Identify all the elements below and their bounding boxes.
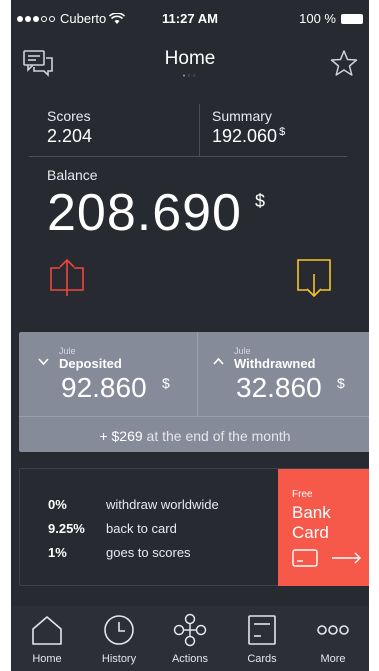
offer-card: 0% withdraw worldwide 9.25% back to card…	[19, 468, 369, 586]
tab-more[interactable]: More	[297, 606, 369, 671]
tab-history[interactable]: History	[83, 606, 155, 671]
deposited-currency: $	[162, 375, 170, 391]
tab-label: Home	[32, 653, 62, 665]
tab-actions[interactable]: Actions	[154, 606, 226, 671]
summary-block: Summary 192.060 $	[212, 108, 285, 147]
card-arrow-icon	[292, 549, 361, 567]
stats-divider	[199, 104, 200, 156]
deposited-month: Jule	[59, 346, 76, 356]
bank-card-button[interactable]: Free Bank Card	[278, 469, 369, 586]
card-icon	[248, 615, 276, 645]
balance-currency: $	[255, 191, 266, 211]
deposited-label: Deposited	[59, 356, 122, 371]
clock-icon	[104, 615, 134, 645]
section-divider	[29, 156, 347, 157]
withdrawned-month: Jule	[234, 346, 251, 356]
balance-label: Balance	[47, 167, 98, 183]
withdrawned-currency: $	[337, 375, 345, 391]
status-bar: Cuberto 11:27 AM 100 %	[11, 0, 369, 38]
app-screen: Cuberto 11:27 AM 100 % Home ●○○ Scores 2…	[11, 0, 369, 671]
more-icon	[317, 625, 349, 635]
chevron-down-icon	[38, 357, 49, 369]
bank-card-title: Bank Card	[292, 503, 331, 542]
offer-rate: 1%	[48, 545, 67, 560]
star-icon[interactable]	[327, 46, 361, 80]
deposited-amount: 92.860	[61, 372, 147, 403]
scores-label: Scores	[47, 108, 91, 124]
offer-rate: 0%	[48, 497, 67, 512]
actions-icon	[173, 613, 207, 647]
scores-value: 2.204	[47, 126, 93, 146]
upload-icon[interactable]	[49, 258, 85, 298]
transactions-panel: Jule Deposited 92.860 $ Jule Withdrawned…	[19, 332, 369, 452]
tab-label: More	[320, 653, 346, 665]
offer-text: goes to scores	[106, 545, 191, 560]
month-forecast: + $269 at the end of the month	[19, 428, 369, 444]
page-title: Home	[164, 48, 216, 69]
offer-text: back to card	[106, 521, 177, 536]
withdrawned-label: Withdrawned	[234, 356, 316, 371]
offer-rate: 9.25%	[48, 521, 85, 536]
deposited-block[interactable]: Jule Deposited 92.860 $	[19, 332, 197, 416]
summary-label: Summary	[212, 108, 272, 124]
summary-currency: $	[279, 126, 286, 138]
scores-block: Scores 2.204	[47, 108, 92, 147]
battery-icon	[341, 13, 363, 24]
download-icon[interactable]	[296, 258, 332, 298]
bank-card-badge: Free	[292, 489, 313, 500]
battery-percent: 100 %	[299, 11, 336, 26]
withdrawned-block[interactable]: Jule Withdrawned 32.860 $	[198, 332, 369, 416]
withdrawned-amount: 32.860	[236, 372, 322, 403]
page-indicator: ●○○	[182, 73, 198, 79]
chevron-up-icon	[213, 356, 224, 368]
forecast-text: at the end of the month	[142, 428, 291, 444]
tab-bar: Home History Actions Cards More	[11, 606, 369, 671]
tab-label: Cards	[247, 653, 277, 665]
nav-header: Home ●○○	[11, 38, 369, 88]
forecast-amount: + $269	[99, 428, 143, 444]
tab-home[interactable]: Home	[11, 606, 83, 671]
balance-value: 208.690	[47, 184, 242, 242]
home-icon	[32, 616, 62, 645]
tab-cards[interactable]: Cards	[226, 606, 298, 671]
summary-value-row: 192.060 $	[212, 126, 285, 147]
panel-divider-horizontal	[19, 416, 369, 417]
battery-status: 100 %	[299, 11, 363, 26]
tab-label: History	[101, 653, 137, 665]
summary-value: 192.060	[212, 126, 278, 146]
offer-text: withdraw worldwide	[106, 497, 219, 512]
tab-label: Actions	[171, 653, 209, 665]
